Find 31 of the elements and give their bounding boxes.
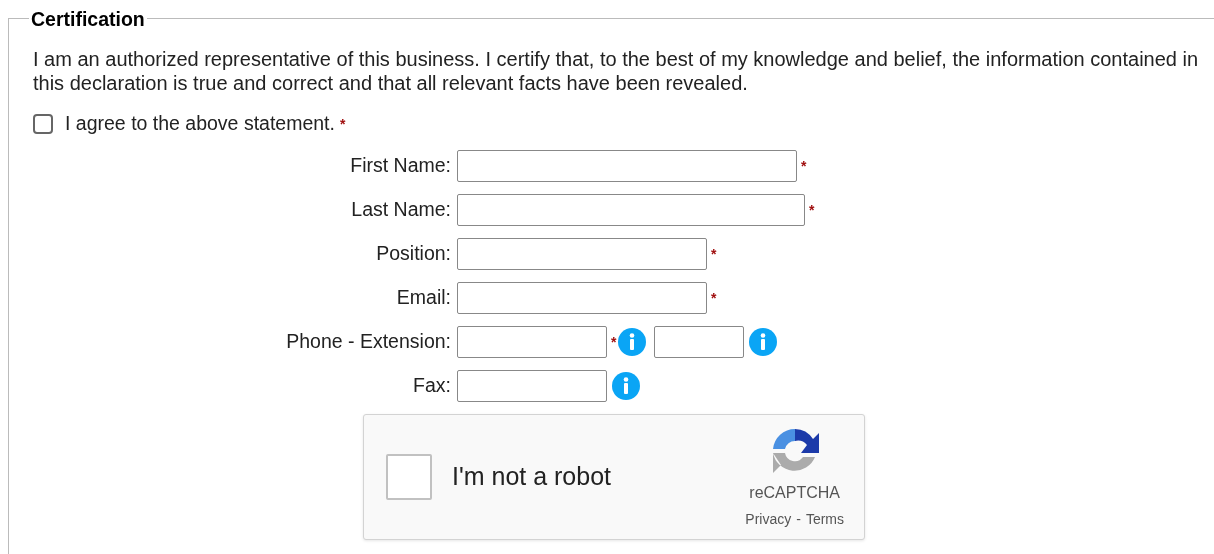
required-mark: * xyxy=(339,114,346,134)
text-input-field[interactable] xyxy=(457,194,805,226)
field-label: Last Name: xyxy=(350,197,452,223)
info-icon[interactable] xyxy=(749,328,778,356)
text-input-field[interactable] xyxy=(457,326,607,358)
required-mark: * xyxy=(801,156,807,176)
text-input-field[interactable] xyxy=(457,370,607,402)
link-separator: - xyxy=(796,509,801,529)
field-label: Position: xyxy=(375,241,452,267)
required-mark: * xyxy=(611,332,617,352)
info-icon[interactable] xyxy=(612,372,640,400)
info-icon[interactable] xyxy=(618,328,647,356)
field-label: First Name: xyxy=(349,153,452,179)
required-mark: * xyxy=(711,288,717,308)
field-label: Phone - Extension: xyxy=(285,329,452,355)
required-mark: * xyxy=(809,200,815,220)
text-input-field[interactable] xyxy=(457,282,707,314)
recaptcha-brand: reCAPTCHA xyxy=(749,482,840,503)
agree-checkbox[interactable] xyxy=(33,114,53,134)
text-input-field[interactable] xyxy=(654,326,745,358)
field-label: Fax: xyxy=(412,373,452,399)
terms-link[interactable]: Terms xyxy=(805,508,844,530)
text-input-field[interactable] xyxy=(457,150,797,182)
captcha-checkbox[interactable] xyxy=(386,454,432,500)
privacy-link[interactable]: Privacy xyxy=(745,508,792,530)
field-label: Email: xyxy=(395,285,452,311)
text-input-field[interactable] xyxy=(457,238,707,270)
captcha-label: I'm not a robot xyxy=(452,461,612,493)
agree-label: I agree to the above statement. xyxy=(65,111,335,137)
statement-text: I am an authorized representative of this business. I certify that, to the best of my knowledge and belief, the information contained in this declaration is true and correct and that all relevant facts have been revealed. xyxy=(33,47,1200,95)
required-mark: * xyxy=(711,244,717,264)
